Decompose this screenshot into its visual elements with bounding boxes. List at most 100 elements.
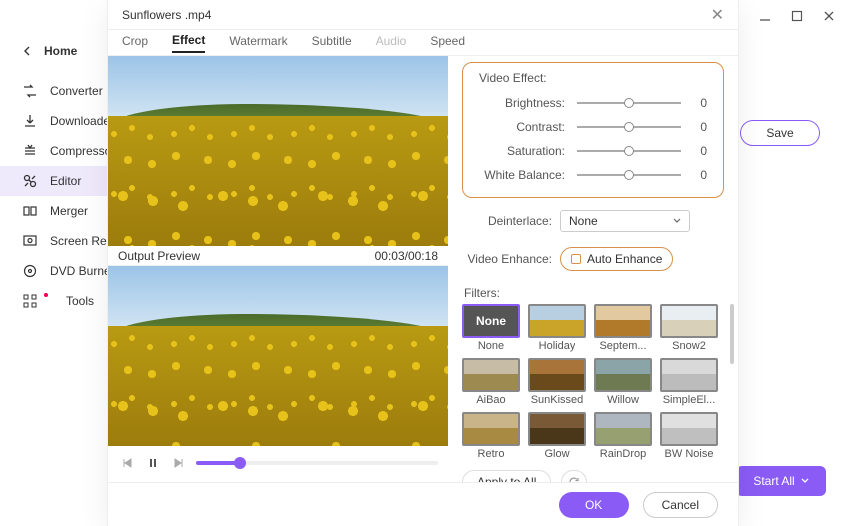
sidebar-item-converter[interactable]: Converter (0, 76, 108, 106)
filter-retro[interactable]: Retro (462, 412, 520, 460)
screen-record-icon (22, 233, 38, 249)
home-link[interactable]: Home (0, 36, 108, 66)
prev-frame-button[interactable] (118, 454, 136, 472)
reset-button[interactable] (561, 470, 587, 482)
filter-label: Glow (544, 448, 569, 460)
sidebar-item-label: Compressor (50, 144, 115, 158)
slider-row-contrast: Contrast: 0 (479, 115, 707, 139)
close-icon[interactable] (822, 9, 836, 23)
filter-thumb (528, 358, 586, 392)
next-frame-button[interactable] (170, 454, 188, 472)
timecode: 00:03/00:18 (375, 249, 438, 263)
apply-to-all-button[interactable]: Apply to All (462, 470, 551, 482)
filter-thumb (660, 358, 718, 392)
sidebar-item-label: Converter (50, 84, 103, 98)
filter-thumb (594, 412, 652, 446)
pause-button[interactable] (144, 454, 162, 472)
sidebar-item-label: Tools (66, 294, 94, 308)
cancel-button[interactable]: Cancel (643, 492, 718, 518)
video-effect-title: Video Effect: (479, 71, 707, 85)
slider-row-saturation: Saturation:0 (479, 139, 707, 163)
filter-bwnoise[interactable]: BW Noise (660, 412, 718, 460)
sidebar-item-compressor[interactable]: Compressor (0, 136, 108, 166)
tools-icon (22, 293, 38, 309)
filter-none[interactable]: NoneNone (462, 304, 520, 352)
dialog-title: Sunflowers .mp4 (122, 8, 211, 22)
chevron-down-icon (673, 217, 681, 225)
sidebar-item-dvd-burner[interactable]: DVD Burner (0, 256, 108, 286)
saturation-slider[interactable] (577, 150, 681, 152)
tab-watermark[interactable]: Watermark (229, 34, 287, 52)
save-button[interactable]: Save (740, 120, 820, 146)
filter-thumb (462, 358, 520, 392)
sidebar-item-merger[interactable]: Merger (0, 196, 108, 226)
filters-label: Filters: (464, 286, 724, 300)
filter-label: BW Noise (665, 448, 714, 460)
filter-label: Retro (478, 448, 505, 460)
filter-thumb (528, 412, 586, 446)
sidebar-item-tools[interactable]: Tools (0, 286, 108, 316)
brightness-slider[interactable] (577, 102, 681, 104)
output-preview-label: Output Preview (118, 249, 200, 263)
filter-label: SimpleEl... (663, 394, 716, 406)
sidebar-item-label: Editor (50, 174, 81, 188)
whitebalance-slider[interactable] (577, 174, 681, 176)
original-preview (108, 56, 448, 246)
filter-aibao[interactable]: AiBao (462, 358, 520, 406)
filter-thumb (660, 412, 718, 446)
filter-glow[interactable]: Glow (528, 412, 586, 460)
dialog-close-button[interactable]: ✕ (711, 5, 724, 25)
scrollbar[interactable] (730, 304, 734, 364)
tab-crop[interactable]: Crop (122, 34, 148, 52)
sidebar-item-screen-record[interactable]: Screen Record (0, 226, 108, 256)
filter-label: Holiday (539, 340, 576, 352)
filter-septem[interactable]: Septem... (594, 304, 652, 352)
slider-label: Brightness: (479, 96, 565, 110)
filter-label: SunKissed (531, 394, 584, 406)
sidebar-item-label: DVD Burner (50, 264, 115, 278)
deinterlace-label: Deinterlace: (462, 214, 552, 228)
merger-icon (22, 203, 38, 219)
filter-simpleel[interactable]: SimpleEl... (660, 358, 718, 406)
filter-label: AiBao (476, 394, 505, 406)
editor-tabs: CropEffectWatermarkSubtitleAudioSpeed (108, 30, 738, 56)
filter-thumb (528, 304, 586, 338)
filter-snow2[interactable]: Snow2 (660, 304, 718, 352)
tab-speed[interactable]: Speed (430, 34, 465, 52)
preview-column: Output Preview 00:03/00:18 (108, 56, 448, 482)
filter-thumb (462, 412, 520, 446)
ok-button[interactable]: OK (559, 492, 629, 518)
home-label: Home (44, 44, 77, 58)
badge-dot (44, 293, 48, 297)
downloader-icon (22, 113, 38, 129)
filter-raindrop[interactable]: RainDrop (594, 412, 652, 460)
minimize-icon[interactable] (758, 9, 772, 23)
sidebar-item-downloader[interactable]: Downloader (0, 106, 108, 136)
filter-label: None (478, 340, 504, 352)
filter-label: RainDrop (600, 448, 646, 460)
sidebar-item-editor[interactable]: Editor (0, 166, 108, 196)
filter-label: Snow2 (672, 340, 706, 352)
slider-label: Contrast: (479, 120, 565, 134)
filters-grid: NoneNone Holiday Septem... Snow2 AiBao SunKis… (462, 304, 724, 460)
deinterlace-select[interactable]: None (560, 210, 690, 232)
video-effect-panel: Video Effect: Brightness:0Contrast:0Satu… (462, 62, 724, 198)
start-all-button[interactable]: Start All (736, 466, 826, 496)
slider-value: 0 (693, 96, 707, 110)
compressor-icon (22, 143, 38, 159)
filter-thumb (660, 304, 718, 338)
slider-value: 0 (693, 144, 707, 158)
editor-dialog: Sunflowers .mp4 ✕ Crop Effect Watermark Sub… (108, 0, 738, 526)
maximize-icon[interactable] (790, 9, 804, 23)
filter-sunkissed[interactable]: SunKissed (528, 358, 586, 406)
seek-bar[interactable] (196, 461, 438, 465)
filter-holiday[interactable]: Holiday (528, 304, 586, 352)
player-controls (108, 446, 448, 480)
chevron-left-icon (22, 46, 32, 56)
slider-value: 0 (693, 120, 707, 134)
contrast-slider[interactable] (577, 126, 681, 128)
auto-enhance-toggle[interactable]: Auto Enhance (560, 247, 673, 271)
filter-willow[interactable]: Willow (594, 358, 652, 406)
tab-effect[interactable]: Effect (172, 33, 205, 53)
tab-subtitle[interactable]: Subtitle (312, 34, 352, 52)
